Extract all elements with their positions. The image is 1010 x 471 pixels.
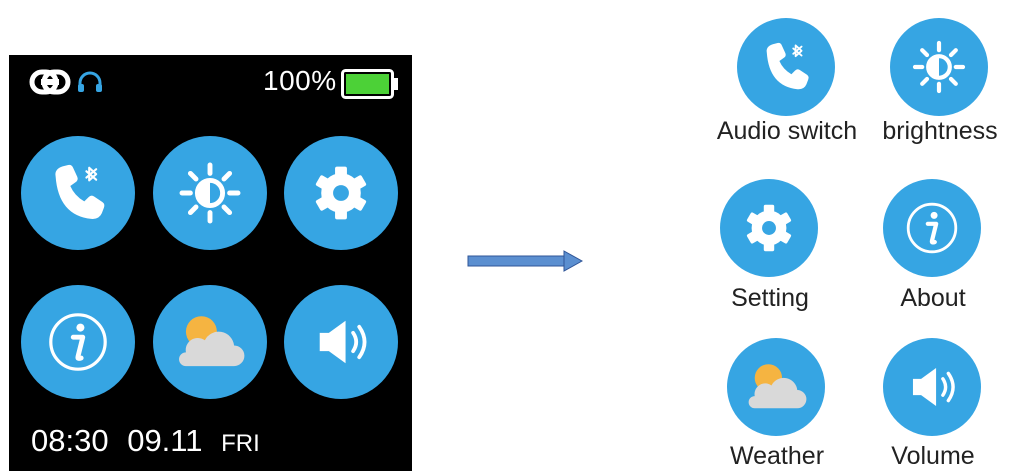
volume-icon — [303, 304, 379, 380]
info-icon — [897, 193, 967, 263]
gear-icon — [308, 160, 374, 226]
legend-audio-switch-label: Audio switch — [716, 117, 858, 145]
brightness-icon — [175, 158, 245, 228]
weather-icon — [167, 299, 253, 385]
legend-about-label: About — [900, 284, 966, 312]
legend-setting-icon — [720, 179, 818, 277]
clock-time: 08:30 — [31, 423, 109, 458]
brightness-icon — [909, 37, 969, 97]
legend-volume-icon — [883, 338, 981, 436]
weather-button[interactable] — [153, 285, 267, 399]
battery-percent: 100% — [263, 65, 337, 96]
brightness-button[interactable] — [153, 136, 267, 250]
clock-date: 09.11 — [127, 423, 203, 458]
setting-button[interactable] — [284, 136, 398, 250]
bluetooth-phone-icon — [756, 37, 816, 97]
headset-icon — [78, 71, 102, 92]
legend-about-icon — [883, 179, 981, 277]
legend-volume-label: Volume — [891, 442, 975, 470]
about-button[interactable] — [21, 285, 135, 399]
legend-brightness-label: brightness — [882, 117, 998, 145]
legend-brightness-icon — [890, 18, 988, 116]
volume-icon — [898, 353, 966, 421]
arrow-right-icon — [467, 250, 583, 272]
volume-button[interactable] — [284, 285, 398, 399]
watch-screen: 100% 08:30 09.11 FRI — [9, 55, 412, 471]
legend-setting-label: Setting — [731, 284, 809, 312]
bluetooth-phone-icon — [43, 158, 113, 228]
audio-switch-button[interactable] — [21, 136, 135, 250]
link-icon — [29, 69, 71, 95]
legend-weather-label: Weather — [729, 442, 825, 470]
legend-weather-icon — [727, 338, 825, 436]
battery-icon — [341, 69, 398, 99]
info-icon — [38, 302, 118, 382]
clock-day: FRI — [221, 430, 260, 457]
weather-icon — [738, 349, 814, 425]
legend-audio-switch-icon — [737, 18, 835, 116]
clock: 08:30 09.11 FRI — [31, 423, 270, 459]
gear-icon — [740, 199, 798, 257]
